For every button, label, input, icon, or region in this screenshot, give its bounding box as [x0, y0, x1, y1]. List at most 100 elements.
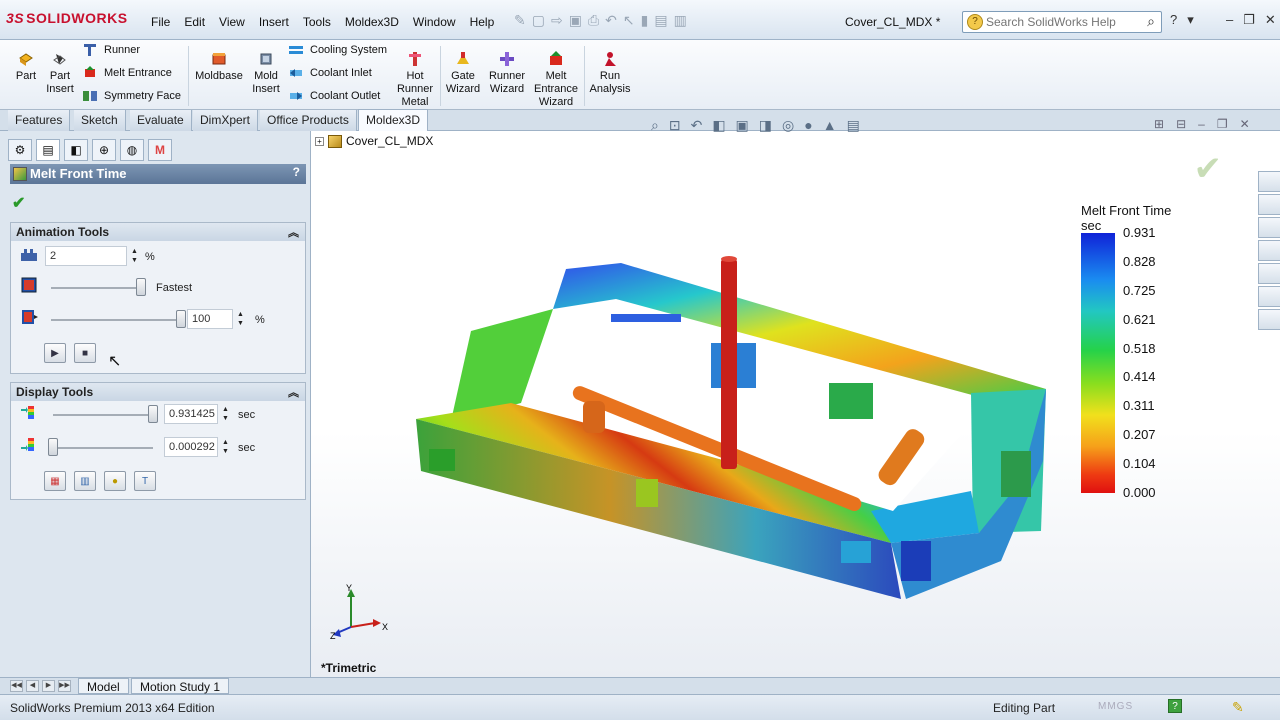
- hot-runner-metal-button[interactable]: Hot Runner Metal: [396, 50, 434, 109]
- help-dropdown-icon[interactable]: ▾: [1187, 12, 1194, 28]
- appearances-tab-icon[interactable]: [1258, 286, 1280, 307]
- rebuild-icon[interactable]: ▮: [641, 12, 649, 29]
- legend-settings-button[interactable]: ▦: [44, 471, 66, 491]
- menu-file[interactable]: File: [144, 14, 177, 30]
- tab-sketch[interactable]: Sketch: [74, 110, 126, 131]
- help-icon[interactable]: ?: [293, 165, 300, 179]
- speed-slider-track[interactable]: [51, 287, 141, 289]
- step-input[interactable]: 2: [45, 246, 127, 266]
- runner-button[interactable]: Runner: [82, 43, 140, 57]
- status-units[interactable]: MMGS: [1098, 701, 1133, 712]
- progress-slider-thumb[interactable]: [176, 310, 186, 328]
- max-value-slider-track[interactable]: [53, 414, 153, 416]
- min-value-slider-thumb[interactable]: [48, 438, 58, 456]
- max-value-input[interactable]: 0.931425: [164, 404, 218, 424]
- menu-insert[interactable]: Insert: [252, 14, 296, 30]
- zoom-to-fit-icon[interactable]: ⌕: [651, 117, 659, 134]
- search-box[interactable]: ? ⌕: [962, 11, 1162, 33]
- mold-insert-button[interactable]: Mold Insert: [248, 50, 284, 96]
- zoom-to-area-icon[interactable]: ⊡: [669, 117, 681, 134]
- menu-tools[interactable]: Tools: [296, 14, 338, 30]
- color-scale-button[interactable]: ▥: [74, 471, 96, 491]
- last-tab-icon[interactable]: ▶▶: [58, 680, 71, 692]
- tile-view-icon[interactable]: ⊟: [1176, 117, 1186, 131]
- design-library-tab-icon[interactable]: [1258, 217, 1280, 238]
- min-value-spinner[interactable]: ▲ ▼: [222, 438, 229, 456]
- max-value-slider-thumb[interactable]: [148, 405, 158, 423]
- progress-spinner[interactable]: ▲ ▼: [237, 310, 244, 328]
- viewport-restore-icon[interactable]: ❐: [1217, 117, 1228, 131]
- configuration-manager-icon[interactable]: ◧: [64, 139, 88, 161]
- custom-properties-tab-icon[interactable]: [1258, 309, 1280, 330]
- property-manager-icon[interactable]: ▤: [36, 139, 60, 161]
- gate-wizard-button[interactable]: Gate Wizard: [444, 50, 482, 96]
- display-manager-icon[interactable]: ◍: [120, 139, 144, 161]
- hide-show-items-icon[interactable]: ◎: [782, 117, 794, 134]
- close-icon[interactable]: ✕: [1265, 12, 1276, 28]
- melt-entrance-button[interactable]: Melt Entrance: [82, 66, 172, 80]
- apply-scene-icon[interactable]: ▲: [823, 117, 837, 134]
- collapse-icon[interactable]: ︽: [288, 384, 299, 400]
- display-tools-header[interactable]: Display Tools ︽: [11, 383, 305, 401]
- minimize-icon[interactable]: –: [1226, 12, 1233, 28]
- melt-entrance-wizard-button[interactable]: Melt Entrance Wizard: [532, 50, 580, 109]
- resources-tab-icon[interactable]: [1258, 171, 1280, 192]
- progress-slider-track[interactable]: [51, 319, 181, 321]
- moldex3d-manager-icon[interactable]: M: [148, 139, 172, 161]
- graphics-area[interactable]: + Cover_CL_MDX ✔ Y X Z *Trimetric Melt F…: [311, 131, 1280, 677]
- step-spinner[interactable]: ▲ ▼: [131, 247, 138, 265]
- help-icon[interactable]: ?: [1170, 12, 1177, 28]
- tab-dimxpert[interactable]: DimXpert: [193, 110, 259, 131]
- tab-features[interactable]: Features: [8, 110, 71, 131]
- home-tab-icon[interactable]: [1258, 194, 1280, 215]
- display-mode-button[interactable]: ●: [104, 471, 126, 491]
- solidworks-logo[interactable]: 3S SOLIDWORKS: [6, 10, 128, 26]
- prev-tab-icon[interactable]: ◀: [26, 680, 39, 692]
- next-tab-icon[interactable]: ▶: [42, 680, 55, 692]
- menu-moldex3d[interactable]: Moldex3D: [338, 14, 406, 30]
- split-view-icon[interactable]: ⊞: [1154, 117, 1164, 131]
- min-value-input[interactable]: 0.000292: [164, 437, 218, 457]
- new-document-icon[interactable]: ▢: [532, 12, 545, 29]
- view-palette-tab-icon[interactable]: [1258, 263, 1280, 284]
- previous-view-icon[interactable]: ↶: [691, 117, 703, 134]
- runner-wizard-button[interactable]: Runner Wizard: [486, 50, 528, 96]
- min-value-slider-track[interactable]: [53, 447, 153, 449]
- play-button[interactable]: ▶: [44, 343, 66, 363]
- view-settings-icon[interactable]: ▤: [847, 117, 860, 134]
- section-view-icon[interactable]: ◧: [712, 117, 725, 134]
- clip-plane-button[interactable]: T: [134, 471, 156, 491]
- tab-model[interactable]: Model: [78, 678, 129, 694]
- first-tab-icon[interactable]: ◀◀: [10, 680, 23, 692]
- restore-icon[interactable]: ❐: [1243, 12, 1255, 28]
- tab-office-products[interactable]: Office Products: [260, 110, 357, 131]
- display-style-icon[interactable]: ◨: [759, 117, 772, 134]
- print-icon[interactable]: ⎙: [588, 12, 599, 29]
- search-icon[interactable]: ⌕: [1147, 13, 1155, 30]
- undo-icon[interactable]: ↶: [605, 12, 617, 29]
- tab-motion-study-1[interactable]: Motion Study 1: [131, 678, 230, 694]
- ok-check-icon[interactable]: ✔: [12, 193, 25, 213]
- edit-appearance-icon[interactable]: ●: [804, 117, 812, 134]
- part-insert-button[interactable]: Part Insert: [44, 50, 76, 96]
- file-properties-icon[interactable]: ▤: [654, 12, 667, 29]
- symmetry-face-button[interactable]: Symmetry Face: [82, 89, 181, 103]
- pin-icon[interactable]: ✎: [514, 12, 526, 29]
- select-icon[interactable]: ↖: [623, 12, 635, 29]
- max-value-spinner[interactable]: ▲ ▼: [222, 405, 229, 423]
- dimxpert-manager-icon[interactable]: ⊕: [92, 139, 116, 161]
- stop-button[interactable]: ■: [74, 343, 96, 363]
- open-icon[interactable]: ⇨: [551, 12, 563, 29]
- menu-edit[interactable]: Edit: [177, 14, 212, 30]
- save-icon[interactable]: ▣: [569, 12, 582, 29]
- coolant-outlet-button[interactable]: Coolant Outlet: [288, 89, 380, 103]
- animation-tools-header[interactable]: Animation Tools ︽: [11, 223, 305, 241]
- coolant-inlet-button[interactable]: Coolant Inlet: [288, 66, 372, 80]
- progress-input[interactable]: 100: [187, 309, 233, 329]
- collapse-icon[interactable]: ︽: [288, 224, 299, 240]
- cooling-system-button[interactable]: Cooling System: [288, 43, 387, 57]
- file-explorer-tab-icon[interactable]: [1258, 240, 1280, 261]
- part-button[interactable]: Part: [12, 50, 40, 83]
- search-input[interactable]: [986, 15, 1134, 29]
- menu-view[interactable]: View: [212, 14, 252, 30]
